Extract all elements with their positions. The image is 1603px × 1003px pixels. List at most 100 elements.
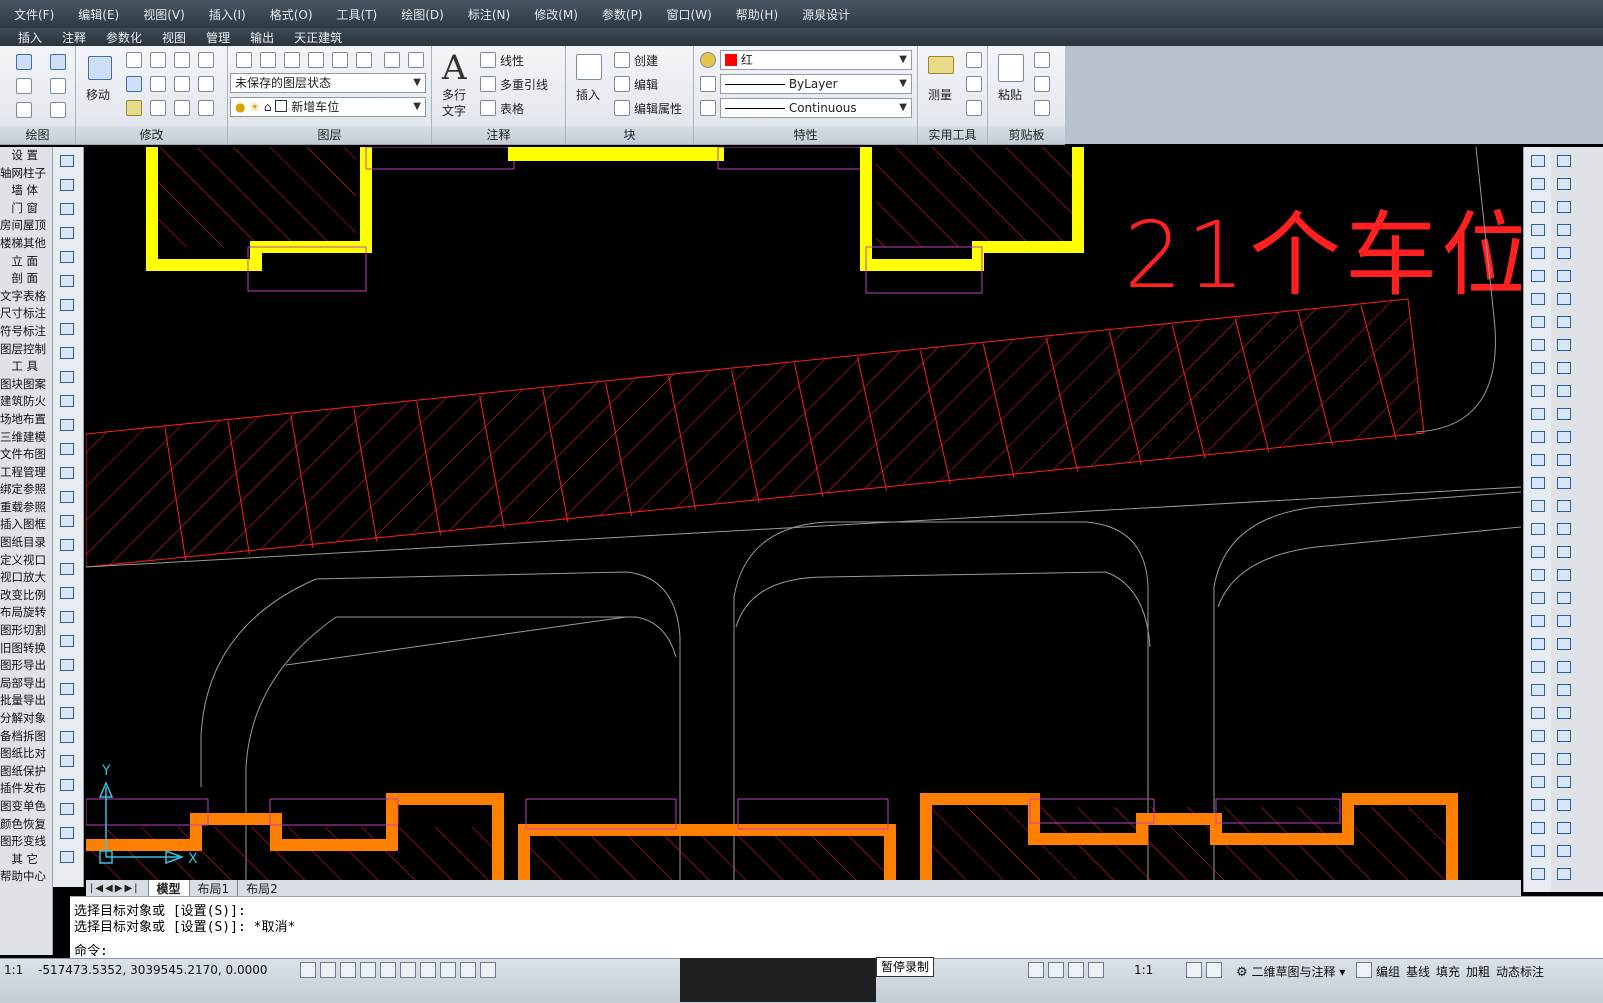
tool-icon[interactable] (1531, 178, 1545, 190)
showmotion-icon[interactable] (1088, 962, 1104, 978)
palette-item[interactable]: 工 具 (0, 358, 52, 376)
quickselect-icon[interactable] (966, 52, 982, 68)
tool-icon[interactable] (1531, 408, 1545, 420)
tool-icon[interactable] (1531, 776, 1545, 788)
status-btn-dyn-dim[interactable]: 动态标注 (1496, 963, 1544, 980)
tool-icon[interactable] (1557, 293, 1571, 305)
tab-manage[interactable]: 管理 (206, 29, 230, 46)
tab-insert[interactable]: 插入 (18, 29, 42, 46)
tab-model[interactable]: 模型 (147, 879, 189, 897)
polyline-icon[interactable] (50, 54, 66, 70)
layer-icon-8[interactable] (408, 52, 424, 68)
palette-item[interactable]: 图块图案 (0, 376, 52, 394)
tool-icon[interactable] (1531, 293, 1545, 305)
palette-item[interactable]: 局部导出 (0, 675, 52, 693)
mtext-label-2[interactable]: 文字 (442, 102, 466, 119)
palette-item[interactable]: 房间屋顶 (0, 217, 52, 235)
tool-icon[interactable] (1557, 707, 1571, 719)
create-label[interactable]: 创建 (634, 52, 658, 69)
palette-item[interactable]: 立 面 (0, 253, 52, 271)
group-annotation-title[interactable]: 注释 (432, 126, 565, 144)
trim-icon[interactable] (174, 52, 190, 68)
status-btn-baseline[interactable]: 基线 (1406, 963, 1430, 980)
tool-icon[interactable] (60, 251, 74, 263)
match-icon[interactable] (1034, 100, 1050, 116)
tool-icon[interactable] (60, 635, 74, 647)
ducs-icon[interactable] (440, 962, 456, 978)
otrack-icon[interactable] (420, 962, 436, 978)
layer-icon-4[interactable] (308, 52, 324, 68)
tool-icon[interactable] (1531, 201, 1545, 213)
scale-left[interactable]: 1:1 (4, 963, 23, 977)
copy-clip-icon[interactable] (1034, 76, 1050, 92)
workspace-switch[interactable]: ⚙ 二维草图与注释 ▾ (1236, 963, 1345, 980)
tool-icon[interactable] (1557, 845, 1571, 857)
tool-icon[interactable] (1531, 362, 1545, 374)
paste-icon[interactable] (998, 54, 1024, 82)
tool-icon[interactable] (1557, 822, 1571, 834)
lock-toolbar-icon[interactable] (1356, 962, 1372, 978)
tab-layout2[interactable]: 布局2 (237, 879, 286, 897)
tool-icon[interactable] (60, 659, 74, 671)
infer-icon[interactable] (300, 962, 316, 978)
tool-icon[interactable] (1557, 201, 1571, 213)
extend-icon[interactable] (198, 76, 214, 92)
menu-dimension[interactable]: 标注(N) (468, 6, 510, 23)
tool-icon[interactable] (1557, 661, 1571, 673)
menu-parametric[interactable]: 参数(P) (602, 6, 643, 23)
tool-icon[interactable] (1531, 339, 1545, 351)
current-layer-select[interactable]: ● ☀ ⌂ 新增车位 ▼ (230, 97, 426, 117)
color-select[interactable]: 红 ▼ (720, 50, 912, 70)
mleader-icon[interactable] (480, 76, 496, 92)
edit-attr-label[interactable]: 编辑属性 (634, 100, 682, 117)
tool-icon[interactable] (1531, 454, 1545, 466)
parking-strip[interactable] (85, 298, 1425, 568)
tool-icon[interactable] (60, 515, 74, 527)
layer-icon-5[interactable] (332, 52, 348, 68)
palette-item[interactable]: 图形导出 (0, 657, 52, 675)
circle-icon[interactable] (16, 78, 32, 94)
tool-icon[interactable] (1531, 661, 1545, 673)
layers-icon[interactable] (198, 52, 214, 68)
mirror-icon[interactable] (174, 76, 190, 92)
linetype-select[interactable]: Continuous ▼ (720, 98, 912, 118)
steeringwheel-icon[interactable] (1068, 962, 1084, 978)
palette-item[interactable]: 三维建模 (0, 429, 52, 447)
move-label[interactable]: 移动 (86, 86, 110, 103)
group-properties-title[interactable]: 特性 (694, 126, 917, 144)
palette-item[interactable]: 文件布图 (0, 446, 52, 464)
tool-icon[interactable] (1531, 868, 1545, 880)
tool-icon[interactable] (60, 179, 74, 191)
snap-icon[interactable] (320, 962, 336, 978)
tool-icon[interactable] (60, 443, 74, 455)
tool-icon[interactable] (1531, 638, 1545, 650)
insert-label[interactable]: 插入 (576, 86, 600, 103)
tab-parametric[interactable]: 参数化 (106, 29, 142, 46)
palette-item[interactable]: 文字表格 (0, 288, 52, 306)
tool-icon[interactable] (1557, 477, 1571, 489)
layout-nav-arrows[interactable]: |◀◀▶▶| (90, 883, 140, 894)
menu-yuanquan[interactable]: 源泉设计 (802, 6, 850, 23)
tool-icon[interactable] (1531, 247, 1545, 259)
tool-icon[interactable] (1557, 730, 1571, 742)
menu-format[interactable]: 格式(O) (270, 6, 313, 23)
tab-tangent[interactable]: 天正建筑 (294, 29, 342, 46)
menu-help[interactable]: 帮助(H) (736, 6, 778, 23)
paste-label[interactable]: 粘贴 (998, 86, 1022, 103)
palette-item[interactable]: 设 置 (0, 147, 52, 165)
tool-icon[interactable] (1531, 155, 1545, 167)
tool-icon[interactable] (1531, 270, 1545, 282)
tool-icon[interactable] (1531, 385, 1545, 397)
tool-icon[interactable] (1531, 592, 1545, 604)
tool-icon[interactable] (60, 707, 74, 719)
table-icon[interactable] (480, 100, 496, 116)
tool-icon[interactable] (1531, 431, 1545, 443)
palette-item[interactable]: 楼梯其他 (0, 235, 52, 253)
tool-icon[interactable] (60, 611, 74, 623)
command-prompt[interactable]: 命令: (74, 940, 108, 959)
tool-icon[interactable] (1531, 707, 1545, 719)
palette-item[interactable]: 图纸比对 (0, 745, 52, 763)
array-icon[interactable] (174, 100, 190, 116)
tool-icon[interactable] (1557, 385, 1571, 397)
tool-icon[interactable] (1557, 431, 1571, 443)
